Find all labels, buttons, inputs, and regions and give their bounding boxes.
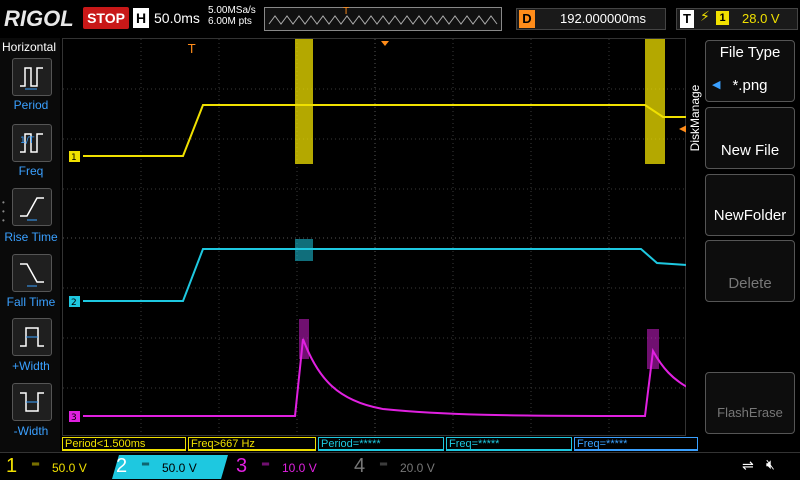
speaker-mute-icon[interactable]: 🔇︎: [766, 456, 775, 473]
flash-erase-label: FlashErase: [717, 405, 783, 420]
channel-2-marker-label: 2: [71, 298, 77, 308]
measure-category-title: Horizontal: [2, 40, 57, 54]
trigger-source: 1: [716, 11, 729, 25]
channel-1-scale: 50.0 V: [52, 461, 87, 475]
acquisition-info: 5.00MSa/s 6.00M pts: [208, 5, 256, 27]
channel-1-marker-label: 1: [71, 153, 77, 163]
measure-result-2[interactable]: Freq>667 Hz: [188, 437, 316, 451]
file-type-value: *.png: [732, 77, 768, 94]
new-folder-button[interactable]: NewFolder: [705, 174, 795, 236]
measure-result-1[interactable]: Period<1.500ms: [62, 437, 186, 451]
ch1-burst-2: [645, 39, 665, 164]
delay-badge: D: [519, 10, 535, 28]
channel-2-scale: 50.0 V: [162, 461, 197, 475]
measure-period-label: Period: [13, 98, 49, 112]
channel-3-trace: [83, 319, 687, 418]
rise-time-icon: [20, 197, 44, 221]
trigger-time-marker[interactable]: T: [187, 42, 196, 56]
channel-status-bar: 1 ═ 50.0 V 2 ═ 50.0 V 3 ═ 10.0 V 4 ═ 20.…: [0, 452, 800, 480]
pos-width-icon: [20, 327, 44, 347]
dc-coupling-icon: ═: [142, 459, 150, 470]
usb-icon: ⇌: [742, 457, 754, 473]
graticule: [63, 39, 687, 437]
flash-erase-button[interactable]: FlashErase: [705, 372, 795, 434]
sample-rate: 5.00MSa/s: [208, 5, 256, 16]
ch3-burst-2: [647, 329, 659, 369]
ch3-burst-1: [299, 319, 309, 359]
run-stop-button[interactable]: STOP: [83, 7, 129, 29]
new-folder-label: NewFolder: [713, 207, 787, 224]
measure-freq-button[interactable]: 1/T: [12, 124, 52, 162]
delete-button[interactable]: Delete: [705, 240, 795, 302]
measure-rise-time-button[interactable]: [12, 188, 52, 226]
measure-freq-label: Freq: [18, 164, 44, 178]
overview-wave-icon: [268, 15, 498, 25]
channel-2-trace: [83, 239, 687, 302]
trigger-position-icon: T: [343, 6, 350, 17]
measure-period-button[interactable]: [12, 58, 52, 96]
channel-3-scale: 10.0 V: [282, 461, 317, 475]
measure-rise-time-label: Rise Time: [4, 230, 58, 244]
measure-neg-width-button[interactable]: [12, 383, 52, 421]
measure-result-3[interactable]: Period=*****: [318, 437, 444, 451]
dc-coupling-icon: ═: [32, 459, 40, 470]
measurement-results-bar: Period<1.500ms Freq>667 Hz Period=***** …: [62, 436, 700, 452]
new-file-button[interactable]: New File: [705, 107, 795, 169]
waveform-canvas: T 1 2 3: [63, 39, 687, 437]
delete-label: Delete: [728, 275, 772, 292]
center-marker-icon: [381, 41, 389, 46]
memory-depth: 6.00M pts: [208, 16, 252, 27]
scroll-dots-icon: • • •: [2, 198, 5, 225]
horizontal-badge: H: [133, 8, 149, 28]
file-type-label: File Type: [719, 44, 781, 61]
channel-4-scale: 20.0 V: [400, 461, 435, 475]
ch2-burst-1: [295, 239, 313, 261]
top-status-bar: RIGOL STOP H 50.0ms 5.00MSa/s 6.00M pts …: [0, 0, 800, 38]
measure-fall-time-label: Fall Time: [6, 295, 56, 309]
measure-panel: Horizontal • • • Period 1/T Freq Rise Time…: [0, 38, 60, 456]
time-scale-value[interactable]: 50.0ms: [154, 10, 200, 26]
channel-4-status[interactable]: 4 ═ 20.0 V: [350, 455, 466, 479]
measure-result-5[interactable]: Freq=*****: [574, 437, 698, 451]
ch1-burst-1: [295, 39, 313, 164]
measure-fall-time-button[interactable]: [12, 254, 52, 292]
channel-4-number: 4: [354, 455, 366, 477]
channel-1-trace: [83, 39, 687, 164]
rising-edge-icon: ⚡: [700, 8, 710, 24]
period-icon: [20, 67, 43, 90]
new-file-label: New File: [720, 142, 780, 159]
channel-3-number: 3: [236, 455, 248, 477]
dc-coupling-icon: ═: [380, 459, 388, 470]
waveform-overview[interactable]: T: [264, 6, 502, 31]
measure-neg-width-label: -Width: [13, 424, 49, 438]
measure-pos-width-label: +Width: [12, 359, 50, 373]
disk-manage-title: DiskManage: [688, 84, 702, 152]
measure-result-4[interactable]: Freq=*****: [446, 437, 572, 451]
svg-text:1/T: 1/T: [20, 136, 35, 146]
waveform-display[interactable]: T 1 2 3: [62, 38, 687, 437]
trigger-level: 28.0 V: [742, 11, 780, 26]
channel-3-marker-label: 3: [71, 413, 77, 423]
dc-coupling-icon: ═: [262, 459, 270, 470]
file-type-button[interactable]: File Type ◀ *.png: [705, 40, 795, 102]
neg-width-icon: [20, 392, 44, 412]
fall-time-icon: [20, 263, 44, 287]
channel-1-status[interactable]: 1 ═ 50.0 V: [2, 455, 118, 479]
channel-2-status[interactable]: 2 ═ 50.0 V: [112, 455, 228, 479]
measure-pos-width-button[interactable]: [12, 318, 52, 356]
channel-3-status[interactable]: 3 ═ 10.0 V: [232, 455, 348, 479]
brand-logo: RIGOL: [4, 6, 74, 31]
channel-1-number: 1: [6, 455, 18, 477]
freq-icon: 1/T: [20, 133, 43, 153]
disk-manage-title-bar: DiskManage: [686, 38, 704, 436]
trigger-badge: T: [680, 10, 694, 28]
delay-value: 192.000000ms: [560, 11, 647, 26]
